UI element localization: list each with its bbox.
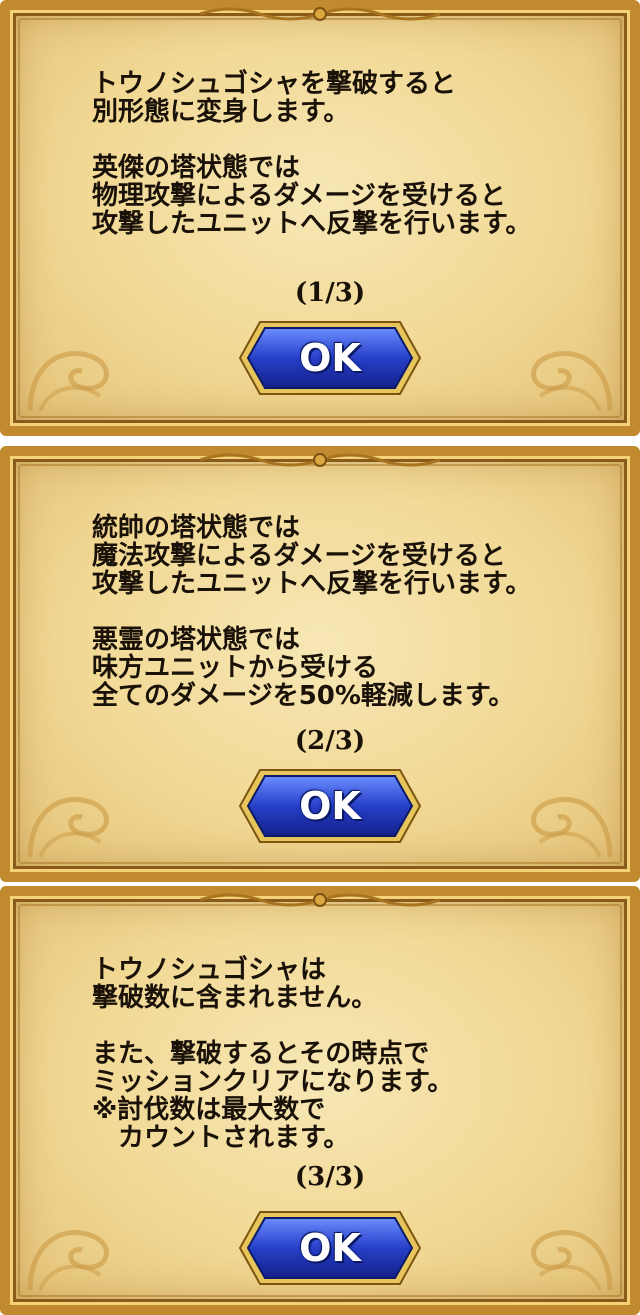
page-indicator: (1/3)	[294, 278, 366, 308]
tutorial-dialog-2: 統帥の塔状態では 魔法攻撃によるダメージを受けると 攻撃したユニットへ反撃を行い…	[0, 446, 640, 882]
ornament-icon	[27, 1229, 109, 1291]
ornament-icon	[200, 893, 440, 907]
dialog-message: トウノシュゴシャを撃破すると 別形態に変身します。 英傑の塔状態では 物理攻撃に…	[92, 69, 532, 239]
ornament-icon	[200, 7, 440, 21]
ornament-icon	[27, 350, 109, 412]
page-indicator: (2/3)	[294, 726, 366, 756]
ornament-icon	[531, 1229, 613, 1291]
ornament-icon	[27, 796, 109, 858]
ok-button-label: OK	[299, 784, 361, 828]
dialog-message: 統帥の塔状態では 魔法攻撃によるダメージを受けると 攻撃したユニットへ反撃を行い…	[92, 513, 532, 711]
ornament-icon	[531, 796, 613, 858]
ornament-icon	[200, 453, 440, 467]
page-indicator: (3/3)	[294, 1162, 366, 1192]
ornament-icon	[531, 350, 613, 412]
ok-button[interactable]: OK	[238, 318, 422, 398]
tutorial-dialog-1: トウノシュゴシャを撃破すると 別形態に変身します。 英傑の塔状態では 物理攻撃に…	[0, 0, 640, 436]
ok-button[interactable]: OK	[238, 766, 422, 846]
ok-button-label: OK	[299, 336, 361, 380]
ok-button-label: OK	[299, 1226, 361, 1270]
tutorial-dialog-3: トウノシュゴシャは 撃破数に含まれません。 また、撃破するとその時点で ミッショ…	[0, 886, 640, 1315]
dialog-message: トウノシュゴシャは 撃破数に含まれません。 また、撃破するとその時点で ミッショ…	[92, 955, 454, 1153]
ok-button[interactable]: OK	[238, 1208, 422, 1288]
